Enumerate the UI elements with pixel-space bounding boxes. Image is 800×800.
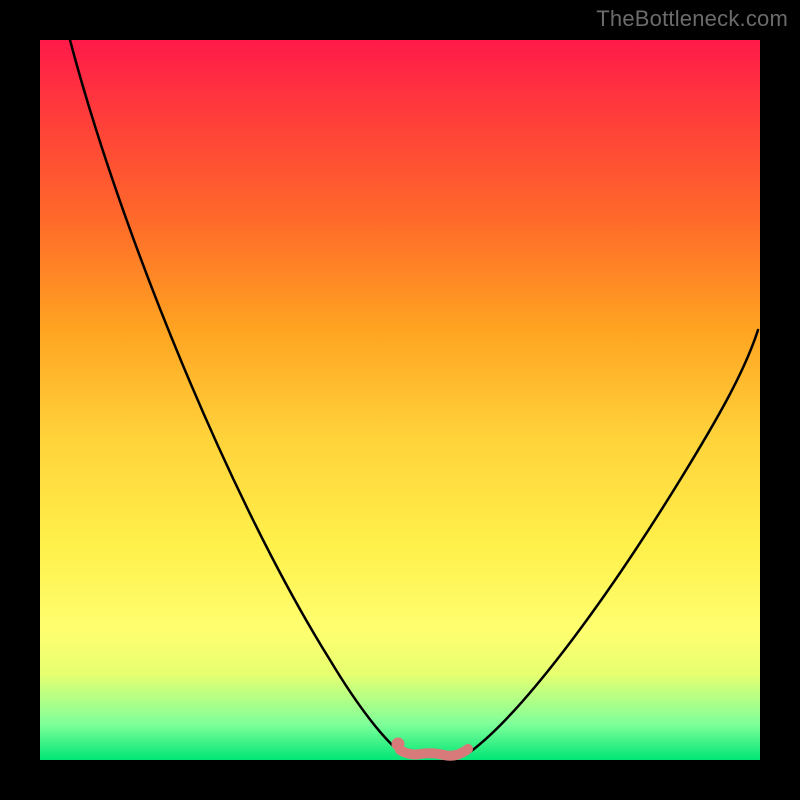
valley-start-dot [392,738,405,751]
right-curve [470,330,758,752]
left-curve [70,40,400,752]
chart-svg [0,0,800,800]
valley-floor [400,749,468,756]
chart-frame: TheBottleneck.com [0,0,800,800]
